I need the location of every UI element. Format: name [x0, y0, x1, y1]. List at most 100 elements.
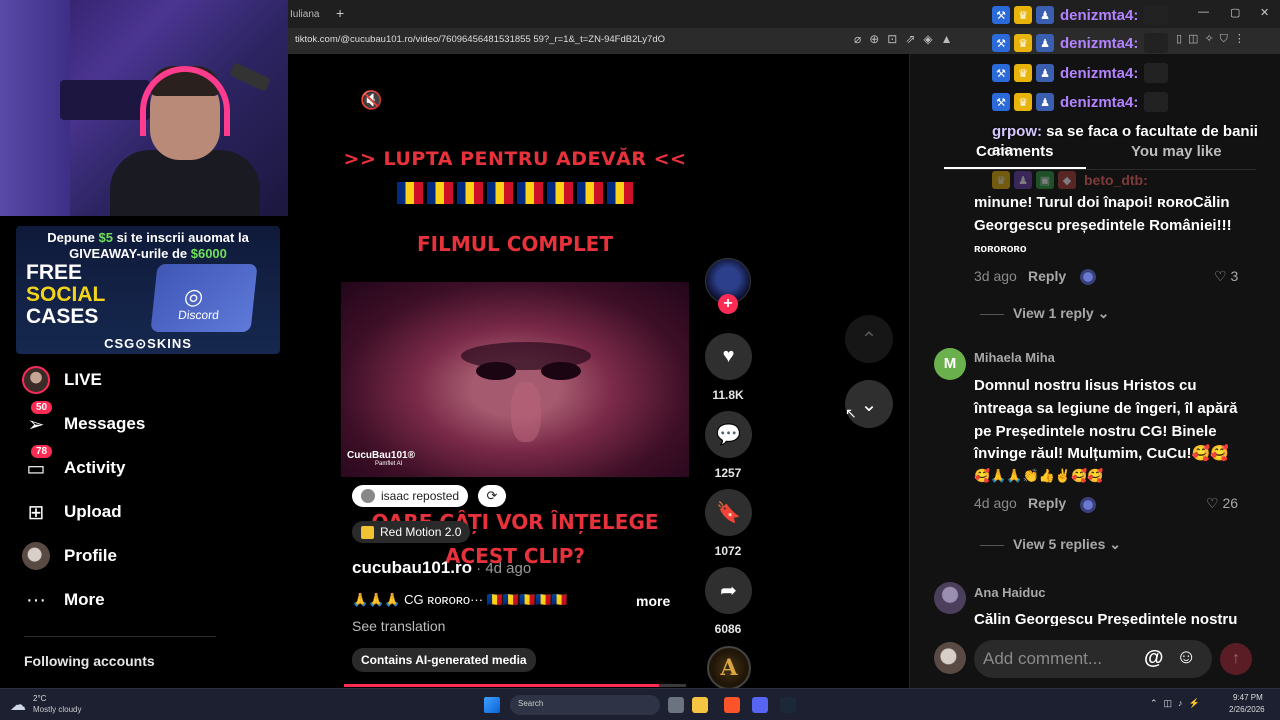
add-comment-placeholder: Add comment... [983, 649, 1103, 668]
save-button[interactable]: 🔖 [705, 489, 752, 536]
emote-icon [1144, 33, 1169, 53]
add-comment-field[interactable]: Add comment... @ ☺ [974, 640, 1212, 678]
system-tray-icons[interactable]: ⌃◫♪⚡ [1150, 698, 1206, 709]
chat-message: ⚒ ♛ ♟ denizmta4: [992, 32, 1169, 54]
sidebar-item-messages[interactable]: ➢ 50 Messages [22, 401, 146, 439]
maximize-icon[interactable]: ▢ [1230, 6, 1240, 19]
crown-badge-icon: ♛ [1014, 93, 1032, 111]
comment-text: învinge răul! Mulțumim, CuCu!🥰🥰 [974, 445, 1229, 462]
social-text: SOCIAL [26, 283, 106, 306]
chat-user: grpow: [992, 123, 1042, 140]
subscriber-badge-icon: ♟ [1036, 34, 1054, 52]
see-translation-link[interactable]: See translation [352, 618, 445, 634]
comment-text: Georgescu președintele României!!! [974, 217, 1232, 234]
avatar[interactable]: M [934, 348, 966, 380]
activity-badge: 78 [31, 445, 53, 458]
paper-plane-icon: ➢ 50 [22, 401, 53, 438]
chevron-down-icon: ⌄ [1097, 305, 1110, 321]
comment-button[interactable]: 💬 [705, 411, 752, 458]
task-view-icon[interactable] [668, 697, 684, 713]
minimize-icon[interactable]: — [1198, 6, 1209, 18]
author-name: cucubau101.ro [352, 558, 472, 577]
subscriber-badge-icon: ♟ [1036, 6, 1054, 24]
emoji-icon[interactable]: ☺ [1176, 646, 1196, 669]
previous-video-button[interactable]: ⌃ [845, 315, 893, 363]
sidebar-item-label: Messages [64, 414, 146, 433]
box-label: Discord [177, 308, 220, 322]
steam-icon[interactable] [780, 697, 796, 713]
crown-badge-icon: ♛ [992, 171, 1010, 189]
discord-icon[interactable] [752, 697, 768, 713]
clock-time[interactable]: 9:47 PM [1233, 693, 1263, 702]
crown-badge-icon: ♛ [1014, 34, 1032, 52]
sidebar-item-live[interactable]: LIVE [22, 365, 102, 395]
sidebar-item-activity[interactable]: ▭ 78 Activity [22, 445, 125, 483]
more-link[interactable]: more [636, 593, 670, 609]
save-count: 1072 [714, 544, 742, 558]
mention-icon[interactable]: @ [1144, 647, 1164, 670]
author-line[interactable]: cucubau101.ro · 4d ago [352, 558, 531, 578]
weather-temp[interactable]: 2°C [33, 694, 46, 703]
repost-icon[interactable]: ⟳ [478, 485, 506, 507]
sidebar-item-profile[interactable]: Profile [22, 541, 117, 571]
free-text: FREE [26, 261, 83, 284]
cloud-icon[interactable]: ☁ [10, 695, 26, 715]
comment-text: întreaga sa legiune de îngeri, îl apără [974, 400, 1238, 417]
comment-count: 1257 [714, 466, 742, 480]
bookmark-icon: 🔖 [716, 502, 741, 524]
view-replies-button[interactable]: View 1 reply ⌄ [980, 305, 1109, 322]
taskbar-search[interactable]: Search [510, 695, 660, 715]
sidebar-item-more[interactable]: ··· More [22, 585, 105, 615]
video-frame: CucuBau101® Pamflet AI [341, 282, 689, 477]
view-replies-button[interactable]: View 5 replies ⌄ [980, 536, 1121, 553]
reply-button[interactable]: Reply [1028, 268, 1066, 284]
comment-like-button[interactable]: ♡ 3 [1214, 268, 1238, 285]
url-text[interactable]: tiktok.com/@cucubau101.ro/video/76096456… [295, 34, 665, 45]
chat-message: ⚒ ♛ ♟ denizmta4: [992, 62, 1169, 84]
new-tab-button[interactable]: + [336, 4, 344, 22]
video-progress-bar[interactable] [344, 684, 686, 687]
start-button[interactable] [484, 697, 500, 713]
chat-message: grpow: sa se faca o facultate de banii a… [992, 122, 1262, 160]
mute-icon[interactable]: 🔇 [360, 90, 390, 114]
comment-text: pe Președintele nostru CG! Binele [974, 423, 1217, 440]
music-disc-icon[interactable]: A [707, 646, 751, 690]
extension-icons[interactable]: ▯◫✧⛉⋮ [1176, 32, 1251, 46]
share-count: 6086 [714, 622, 742, 636]
commenter-name[interactable]: Mihaela Miha [974, 350, 1055, 365]
ai-generated-label[interactable]: Contains AI-generated media [352, 648, 536, 672]
send-button[interactable]: ↑ [1220, 643, 1252, 675]
shelf [60, 80, 150, 120]
profile-avatar-icon [22, 542, 50, 570]
like-button[interactable]: ♥ [705, 333, 752, 380]
following-accounts-heading: Following accounts [24, 653, 155, 669]
mouse-cursor-icon: ↖ [845, 405, 857, 421]
close-icon[interactable]: ✕ [1260, 6, 1269, 19]
clock-date[interactable]: 2/26/2026 [1229, 705, 1265, 714]
reply-button[interactable]: Reply [1028, 495, 1066, 511]
chat-message: ♛ ♟ ▣ ◆ beto_dtb: [992, 170, 1148, 190]
chevron-down-icon: ⌄ [860, 393, 878, 416]
weather-desc[interactable]: Mostly cloudy [33, 705, 81, 714]
comment-text: Călin Georgescu Președintele nostru [974, 611, 1238, 626]
browser-tab[interactable]: Iuliana [288, 4, 332, 26]
brave-browser-icon[interactable] [724, 697, 740, 713]
file-explorer-icon[interactable] [692, 697, 708, 713]
subscriber-badge-icon: ♟ [1014, 171, 1032, 189]
effect-pill[interactable]: Red Motion 2.0 [352, 521, 471, 543]
share-arrow-icon: ➦ [720, 580, 737, 602]
comment-like-button[interactable]: ♡ 26 [1206, 495, 1238, 512]
sidebar-item-upload[interactable]: ⊞ Upload [22, 497, 122, 527]
chevron-up-icon: ⌃ [860, 328, 878, 351]
emote-icon [1144, 63, 1169, 83]
commenter-name[interactable]: Ana Haiduc [974, 585, 1046, 600]
subscriber-badge-icon: ♟ [1036, 93, 1054, 111]
url-action-icons[interactable]: ⌀⊕⊡⇗◈▲ [854, 32, 961, 46]
inbox-icon: ▭ 78 [22, 445, 53, 482]
repost-pill[interactable]: isaac reposted [352, 485, 469, 507]
like-count: 11.8K [712, 388, 744, 402]
share-button[interactable]: ➦ [705, 567, 752, 614]
avatar[interactable] [934, 582, 966, 614]
follow-plus-icon[interactable]: + [718, 294, 738, 314]
sidebar-item-label: More [64, 590, 105, 609]
